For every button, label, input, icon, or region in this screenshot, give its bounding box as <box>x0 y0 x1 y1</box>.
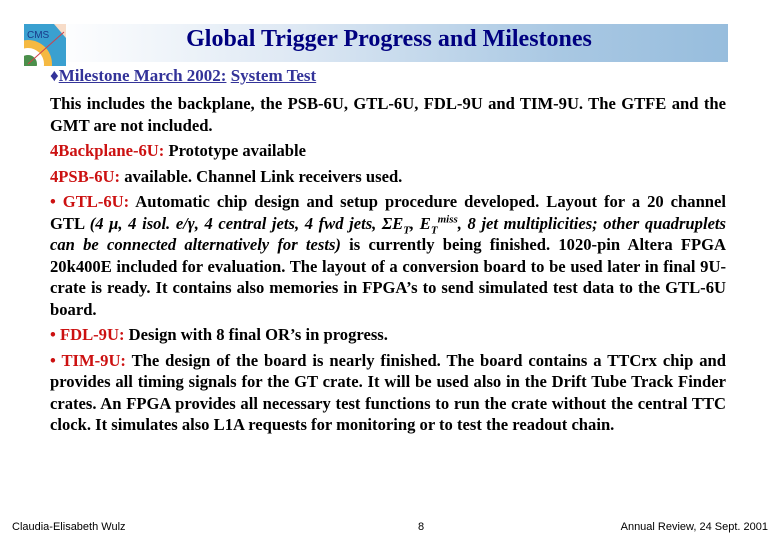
item-tim: • TIM-9U: The design of the board is nea… <box>50 350 726 436</box>
item-backplane: 4Backplane-6U: Prototype available <box>50 140 726 162</box>
slide-title: Global Trigger Progress and Milestones <box>186 26 592 52</box>
footer-page-number: 8 <box>418 521 425 533</box>
italic-part: , E <box>410 213 431 233</box>
item-label: GTL-6U: <box>62 192 130 211</box>
dot-bullet-icon: • <box>50 325 60 344</box>
footer-event: Annual Review, 24 Sept. 2001 <box>620 521 768 533</box>
italic-part: (4 μ, 4 isol. e/γ, 4 central jets, 4 fwd… <box>89 213 404 233</box>
item-text: Design with 8 final OR’s in progress. <box>124 325 388 344</box>
intro-text: This includes the backplane, the PSB-6U,… <box>50 94 726 135</box>
milestone-value: System Test <box>230 66 317 85</box>
item-text: The design of the board is nearly finish… <box>50 350 726 435</box>
dot-bullet-icon: • <box>50 350 62 370</box>
footer-author: Claudia-Elisabeth Wulz <box>12 521 126 533</box>
subscript: T <box>430 223 438 236</box>
diamond-bullet-icon: ♦ <box>50 66 59 85</box>
item-text: Prototype available <box>164 141 306 160</box>
item-text: available. Channel Link receivers used. <box>120 166 403 186</box>
item-label: TIM-9U: <box>61 350 126 370</box>
item-label: FDL-9U: <box>59 325 125 344</box>
item-fdl: • FDL-9U: Design with 8 final OR’s in pr… <box>50 324 726 346</box>
milestone-heading: ♦Milestone March 2002: System Test <box>50 66 316 86</box>
slide-body: This includes the backplane, the PSB-6U,… <box>50 93 726 440</box>
item-label: PSB-6U: <box>58 166 121 186</box>
logo-text: CMS <box>27 30 50 41</box>
item-psb: 4PSB-6U: available. Channel Link receive… <box>50 166 726 188</box>
milestone-label: Milestone March 2002: <box>58 66 227 85</box>
superscript: miss <box>437 212 458 225</box>
item-label: Backplane-6U: <box>58 141 165 160</box>
dot-bullet-icon: • <box>50 192 63 211</box>
item-gtl: • GTL-6U: Automatic chip design and setu… <box>50 191 726 320</box>
subscript: T <box>403 223 411 236</box>
